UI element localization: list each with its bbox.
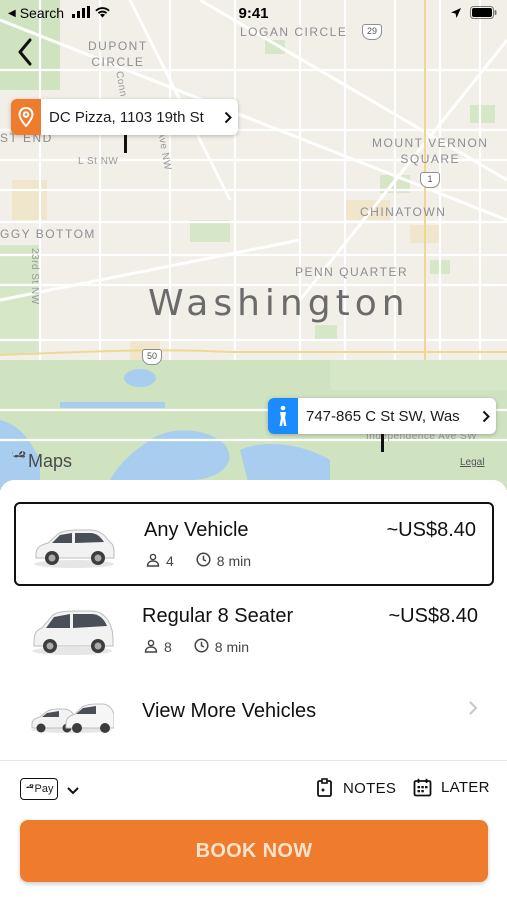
walking-person-icon <box>268 398 298 434</box>
multiple-cars-icon <box>31 703 114 733</box>
dropoff-address: 747-865 C St SW, Was <box>306 407 460 425</box>
chevron-down-icon[interactable] <box>66 782 80 800</box>
book-now-button[interactable]: BOOK NOW <box>20 820 488 882</box>
person-icon <box>146 553 160 570</box>
car-icon <box>34 529 115 568</box>
pickup-pin-stem <box>124 135 127 153</box>
view-more-vehicles-label: View More Vehicles <box>142 700 317 722</box>
pickup-address: DC Pizza, 1103 19th St <box>49 108 204 126</box>
dropoff-pin-stem <box>381 434 384 452</box>
map-label-penn-quarter: PENN QUARTER <box>295 265 409 279</box>
vehicle-price: ~US$8.40 <box>386 519 476 541</box>
booking-options-row: Pay NOTES LATER <box>0 774 507 804</box>
back-button[interactable] <box>12 36 38 68</box>
later-label: LATER <box>441 779 490 796</box>
payment-method-label: Pay <box>34 783 54 795</box>
vehicle-eta: 8 min <box>216 553 252 569</box>
notes-button[interactable]: NOTES <box>316 778 396 798</box>
vehicle-option-8-seater[interactable]: Regular 8 Seater ~US$8.40 8 8 min <box>14 590 494 674</box>
map-label-foggy-bottom: GGY BOTTOM <box>0 227 96 241</box>
map-label-dupont: DUPONT CIRCLE <box>88 39 148 69</box>
map-city-label: Washington <box>148 283 410 324</box>
apple-maps-logo: Maps <box>12 449 73 472</box>
apple-icon <box>12 449 26 472</box>
chevron-right-icon <box>218 111 238 124</box>
apple-icon <box>24 784 34 790</box>
map-street-l-st: L St NW <box>78 156 119 167</box>
calendar-icon <box>413 778 432 797</box>
battery-icon <box>470 6 497 22</box>
view-more-vehicles-button[interactable]: View More Vehicles <box>14 670 494 754</box>
notes-label: NOTES <box>343 779 397 797</box>
maps-attribution-text: Maps <box>28 451 73 471</box>
payment-method-selector[interactable]: Pay <box>20 778 58 800</box>
status-time: 9:41 <box>238 5 269 22</box>
notes-icon <box>317 778 332 797</box>
clock-icon <box>196 552 211 570</box>
vehicle-price: ~US$8.40 <box>388 605 478 627</box>
chevron-right-icon <box>476 410 496 423</box>
vehicle-option-any[interactable]: Any Vehicle ~US$8.40 4 8 min <box>14 502 494 586</box>
legal-link[interactable]: Legal <box>460 457 484 468</box>
vehicle-seats: 4 <box>166 553 174 569</box>
dropoff-location-callout[interactable]: 747-865 C St SW, Was <box>268 398 496 434</box>
status-bar: ◀ Search 9:41 <box>0 0 507 28</box>
section-divider <box>0 760 507 761</box>
highway-shield-50: 50 <box>142 349 162 365</box>
pickup-pin-icon <box>11 99 41 135</box>
map-street-23rd: 23rd St NW <box>29 248 40 305</box>
map-label-mount-vernon: MOUNT VERNON SQUARE <box>372 136 489 166</box>
vehicle-name: Any Vehicle <box>144 519 249 541</box>
van-icon <box>32 610 114 655</box>
clock-icon <box>194 638 209 656</box>
chevron-right-icon <box>468 700 478 721</box>
chevron-left-icon <box>18 38 32 66</box>
schedule-later-button[interactable]: LATER <box>413 778 490 797</box>
person-icon <box>144 639 158 656</box>
vehicle-eta: 8 min <box>214 639 250 655</box>
vehicle-seats: 8 <box>164 639 172 655</box>
location-arrow-icon <box>450 6 462 22</box>
pickup-location-callout[interactable]: DC Pizza, 1103 19th St <box>11 99 238 135</box>
vehicle-name: Regular 8 Seater <box>142 605 294 627</box>
highway-shield-1: 1 <box>420 172 440 188</box>
map-label-chinatown: CHINATOWN <box>360 205 447 219</box>
